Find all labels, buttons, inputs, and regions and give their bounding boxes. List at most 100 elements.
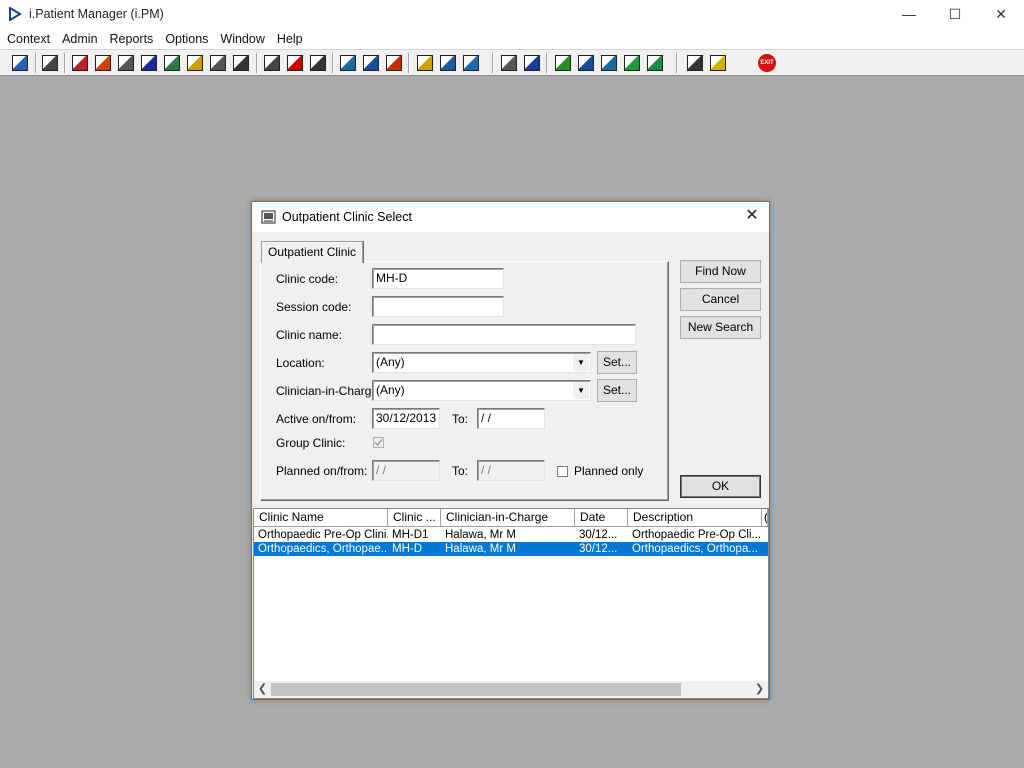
- check-icon: [374, 439, 383, 447]
- location-set-button[interactable]: Set...: [597, 351, 637, 374]
- ok-button[interactable]: OK: [680, 475, 761, 498]
- active-to-label: To:: [452, 412, 469, 426]
- transfer-icon-button[interactable]: [231, 53, 251, 73]
- scroll-left-icon[interactable]: ❮: [254, 681, 271, 698]
- bed-icon-button[interactable]: [438, 53, 458, 73]
- search-doc-icon-button[interactable]: [262, 53, 282, 73]
- warning-icon-button[interactable]: [708, 53, 728, 73]
- m-icon-button[interactable]: [139, 53, 159, 73]
- clinic-name-label: Clinic name:: [276, 328, 343, 342]
- planned-to-label: To:: [452, 464, 469, 478]
- refresh-icon: [647, 55, 663, 71]
- chevron-down-icon[interactable]: ▼: [573, 382, 589, 399]
- clinician-set-button[interactable]: Set...: [597, 379, 637, 402]
- dial-icon-button[interactable]: [384, 53, 404, 73]
- dial-icon: [386, 55, 402, 71]
- menu-admin[interactable]: Admin: [56, 32, 103, 46]
- doctor-icon-button[interactable]: [162, 53, 182, 73]
- globe-icon-button[interactable]: [553, 53, 573, 73]
- cell-clinic-name: Orthopaedics, Orthopae...: [258, 543, 388, 555]
- screen-icon-button[interactable]: [338, 53, 358, 73]
- find-now-button[interactable]: Find Now: [680, 260, 761, 283]
- search-doc-icon: [264, 55, 280, 71]
- results-list[interactable]: Clinic Name Clinic ... Clinician-in-Char…: [253, 508, 769, 699]
- book-icon: [72, 55, 88, 71]
- menu-window[interactable]: Window: [214, 32, 270, 46]
- column-clinic-name[interactable]: Clinic Name: [254, 509, 388, 527]
- book-icon-button[interactable]: [70, 53, 90, 73]
- monitor-icon-button[interactable]: [308, 53, 328, 73]
- menu-context[interactable]: Context: [1, 32, 56, 46]
- column-date[interactable]: Date: [575, 509, 628, 527]
- clinic-code-input[interactable]: MH-D: [372, 268, 504, 289]
- window-icon-button[interactable]: [361, 53, 381, 73]
- cell-date: 30/12...: [579, 543, 618, 555]
- scroll-right-icon[interactable]: ❯: [751, 681, 768, 698]
- green-arrow-icon: [624, 55, 640, 71]
- swap-icon-button[interactable]: [685, 53, 705, 73]
- referral-icon-button[interactable]: [208, 53, 228, 73]
- column-description[interactable]: Description: [628, 509, 762, 527]
- location-select[interactable]: (Any) ▼: [372, 352, 591, 373]
- document-icon-button[interactable]: [499, 53, 519, 73]
- app-logo-icon: [9, 7, 22, 21]
- warning-icon: [710, 55, 726, 71]
- edit-icon: [95, 55, 111, 71]
- check-down-icon-button[interactable]: [599, 53, 619, 73]
- green-arrow-icon-button[interactable]: [622, 53, 642, 73]
- cell-clinic-code: MH-D: [392, 543, 423, 555]
- table-row[interactable]: Orthopaedic Pre-Op Clini... MH-D1 Halawa…: [254, 528, 768, 542]
- column-clinic-code[interactable]: Clinic ...: [388, 509, 441, 527]
- close-window-button[interactable]: ✕: [978, 0, 1024, 28]
- swap-icon: [687, 55, 703, 71]
- menu-options[interactable]: Options: [159, 32, 214, 46]
- active-to-input[interactable]: / /: [477, 408, 545, 429]
- toolbar-separator: [492, 53, 494, 73]
- planned-only-checkbox[interactable]: [557, 466, 568, 477]
- exit-icon: EXIT: [758, 54, 776, 72]
- window-icon: [363, 55, 379, 71]
- table-row-selected[interactable]: Orthopaedics, Orthopae... MH-D Halawa, M…: [254, 542, 768, 556]
- m-icon: [141, 55, 157, 71]
- cell-clinic-name: Orthopaedic Pre-Op Clini...: [258, 529, 388, 541]
- notes-icon-button[interactable]: [185, 53, 205, 73]
- planned-only-label: Planned only: [574, 464, 644, 478]
- active-from-input[interactable]: 30/12/2013: [372, 408, 440, 429]
- planned-from-input[interactable]: / /: [372, 460, 440, 481]
- printer-icon-button[interactable]: [40, 53, 60, 73]
- printer-icon: [42, 55, 58, 71]
- tab-outpatient-clinic[interactable]: Outpatient Clinic: [261, 241, 364, 263]
- cell-description: Orthopaedic Pre-Op Cli...: [632, 529, 762, 541]
- patient-icon-button[interactable]: [10, 53, 30, 73]
- maximize-button[interactable]: ☐: [932, 0, 978, 28]
- bar-chart-icon-button[interactable]: [522, 53, 542, 73]
- person-bed-icon: [463, 55, 479, 71]
- new-search-button[interactable]: New Search: [680, 316, 761, 339]
- check-list-icon-button[interactable]: [576, 53, 596, 73]
- dialog-close-icon[interactable]: ✕: [743, 207, 761, 225]
- clock-icon-button[interactable]: [285, 53, 305, 73]
- clinician-select[interactable]: (Any) ▼: [372, 380, 591, 401]
- exit-button[interactable]: EXIT: [757, 53, 777, 73]
- column-more[interactable]: (: [762, 509, 768, 527]
- planned-to-input[interactable]: / /: [477, 460, 545, 481]
- clinic-name-input[interactable]: [372, 324, 636, 345]
- group-clinic-checkbox[interactable]: [373, 437, 384, 448]
- note-icon-button[interactable]: [415, 53, 435, 73]
- person-bed-icon-button[interactable]: [461, 53, 481, 73]
- column-clinician[interactable]: Clinician-in-Charge: [441, 509, 575, 527]
- group-clinic-label: Group Clinic:: [276, 436, 346, 450]
- refresh-icon-button[interactable]: [645, 53, 665, 73]
- cell-clinic-code: MH-D1: [392, 529, 429, 541]
- menu-bar: Context Admin Reports Options Window Hel…: [0, 28, 1024, 49]
- cancel-button[interactable]: Cancel: [680, 288, 761, 311]
- scrollbar-thumb[interactable]: [271, 683, 681, 696]
- id-card-icon-button[interactable]: [116, 53, 136, 73]
- menu-help[interactable]: Help: [271, 32, 309, 46]
- horizontal-scrollbar[interactable]: ❮ ❯: [254, 681, 768, 698]
- minimize-button[interactable]: —: [886, 0, 932, 28]
- chevron-down-icon[interactable]: ▼: [573, 354, 589, 371]
- edit-icon-button[interactable]: [93, 53, 113, 73]
- menu-reports[interactable]: Reports: [104, 32, 160, 46]
- session-code-input[interactable]: [372, 296, 504, 317]
